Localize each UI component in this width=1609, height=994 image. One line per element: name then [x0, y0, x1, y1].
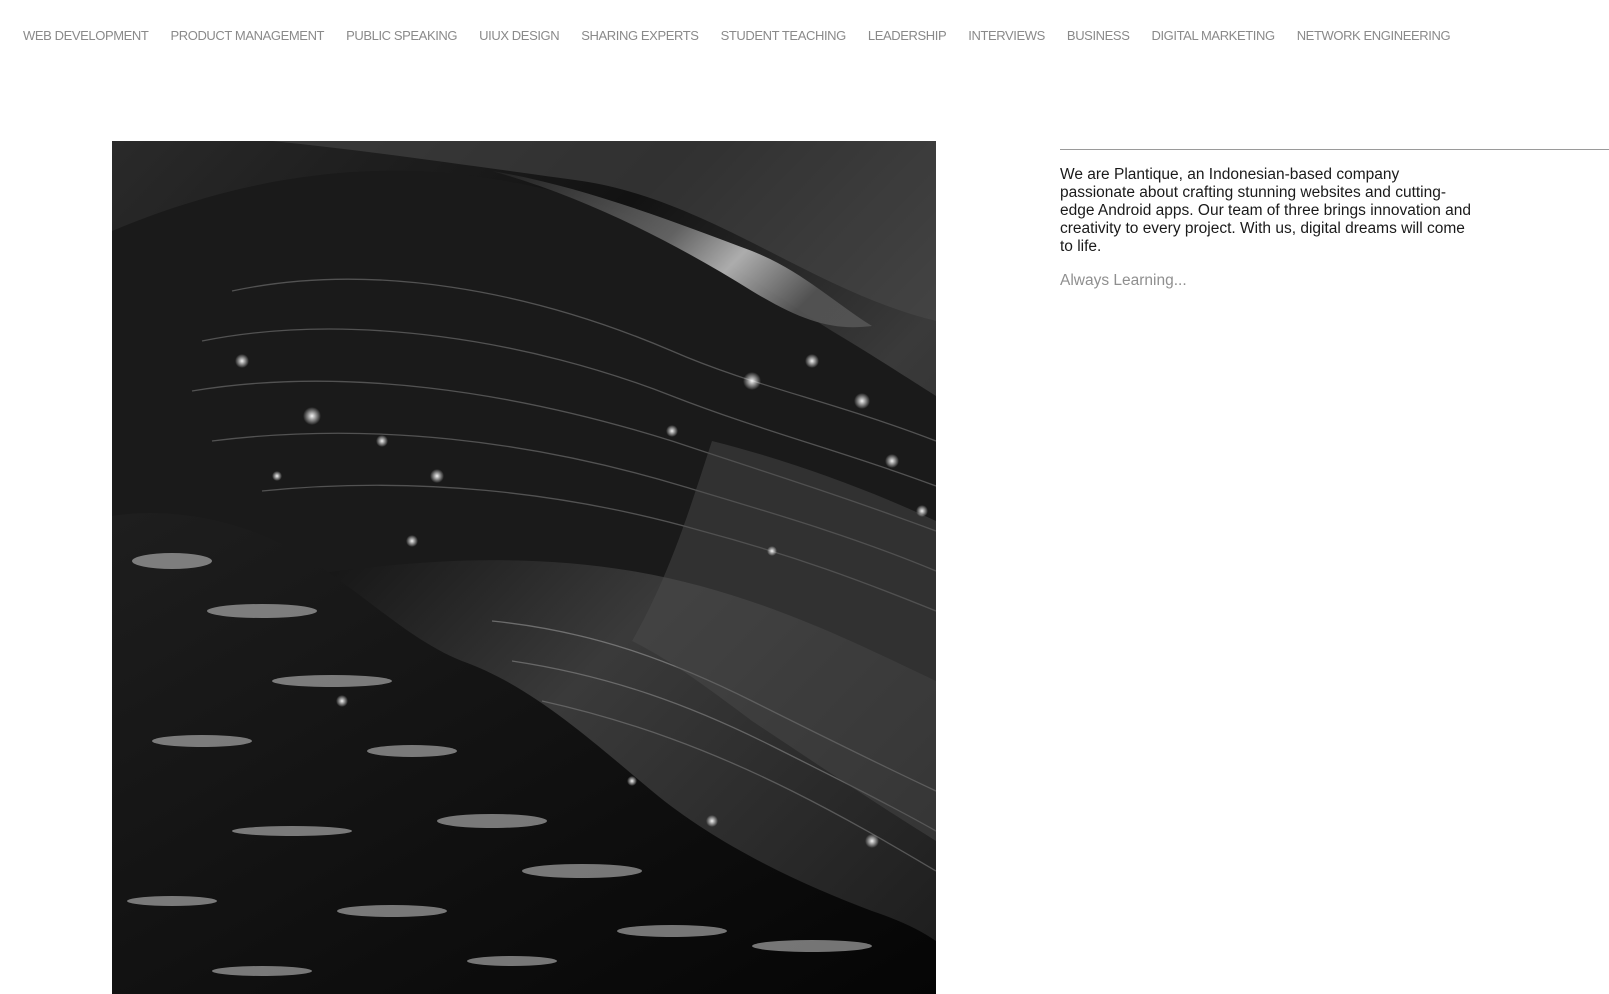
nav-item-leadership[interactable]: LEADERSHIP [868, 27, 947, 45]
ocean-wave-photo [112, 141, 936, 994]
nav-item-sharing-experts[interactable]: SHARING EXPERTS [581, 27, 699, 45]
nav-item-uiux-design[interactable]: UIUX DESIGN [479, 27, 560, 45]
page: WEB DEVELOPMENT PRODUCT MANAGEMENT PUBLI… [0, 0, 1609, 994]
nav-item-student-teaching[interactable]: STUDENT TEACHING [721, 27, 847, 45]
nav-item-interviews[interactable]: INTERVIEWS [968, 27, 1045, 45]
nav-item-product-management[interactable]: PRODUCT MANAGEMENT [170, 27, 324, 45]
nav-item-network-engineering[interactable]: NETWORK ENGINEERING [1297, 27, 1451, 45]
hero-image [112, 141, 936, 994]
nav-item-web-development[interactable]: WEB DEVELOPMENT [23, 27, 149, 45]
tagline: Always Learning... [1060, 272, 1187, 289]
top-navigation: WEB DEVELOPMENT PRODUCT MANAGEMENT PUBLI… [23, 27, 1451, 45]
nav-item-public-speaking[interactable]: PUBLIC SPEAKING [346, 27, 457, 45]
nav-item-business[interactable]: BUSINESS [1067, 27, 1130, 45]
nav-item-digital-marketing[interactable]: DIGITAL MARKETING [1151, 27, 1275, 45]
section-divider [1060, 149, 1609, 150]
about-description: We are Plantique, an Indonesian-based co… [1060, 166, 1472, 255]
